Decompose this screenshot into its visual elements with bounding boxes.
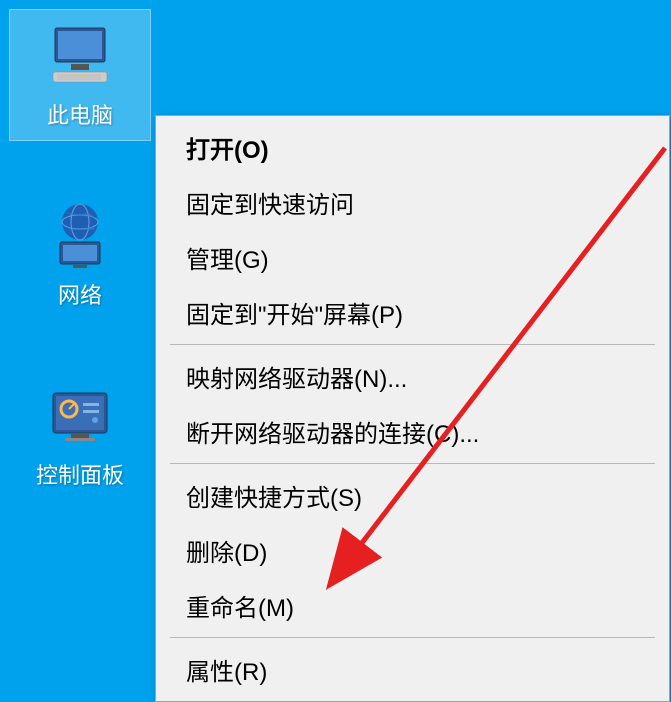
control-panel-icon bbox=[45, 380, 115, 450]
menu-item-delete[interactable]: 删除(D) bbox=[156, 523, 669, 578]
menu-item-properties[interactable]: 属性(R) bbox=[156, 642, 669, 697]
desktop-icons-area: 此电脑 网络 bbox=[10, 10, 150, 550]
menu-item-rename[interactable]: 重命名(M) bbox=[156, 578, 669, 633]
menu-item-open[interactable]: 打开(O) bbox=[156, 120, 669, 175]
desktop-icon-label: 控制面板 bbox=[36, 458, 124, 490]
network-icon bbox=[45, 200, 115, 270]
context-menu: 打开(O) 固定到快速访问 管理(G) 固定到"开始"屏幕(P) 映射网络驱动器… bbox=[155, 115, 670, 702]
desktop-icon-control-panel[interactable]: 控制面板 bbox=[10, 370, 150, 500]
desktop-icon-network[interactable]: 网络 bbox=[10, 190, 150, 320]
menu-item-map-drive[interactable]: 映射网络驱动器(N)... bbox=[156, 349, 669, 404]
menu-item-create-shortcut[interactable]: 创建快捷方式(S) bbox=[156, 468, 669, 523]
menu-separator bbox=[170, 344, 655, 345]
menu-item-pin-quick-access[interactable]: 固定到快速访问 bbox=[156, 175, 669, 230]
this-pc-icon bbox=[45, 20, 115, 90]
desktop-icon-label: 网络 bbox=[58, 278, 102, 310]
menu-item-pin-start[interactable]: 固定到"开始"屏幕(P) bbox=[156, 285, 669, 340]
desktop-icon-this-pc[interactable]: 此电脑 bbox=[10, 10, 150, 140]
menu-item-disconnect-drive[interactable]: 断开网络驱动器的连接(C)... bbox=[156, 404, 669, 459]
desktop-icon-label: 此电脑 bbox=[47, 98, 113, 130]
menu-separator bbox=[170, 463, 655, 464]
menu-separator bbox=[170, 637, 655, 638]
menu-item-manage[interactable]: 管理(G) bbox=[156, 230, 669, 285]
